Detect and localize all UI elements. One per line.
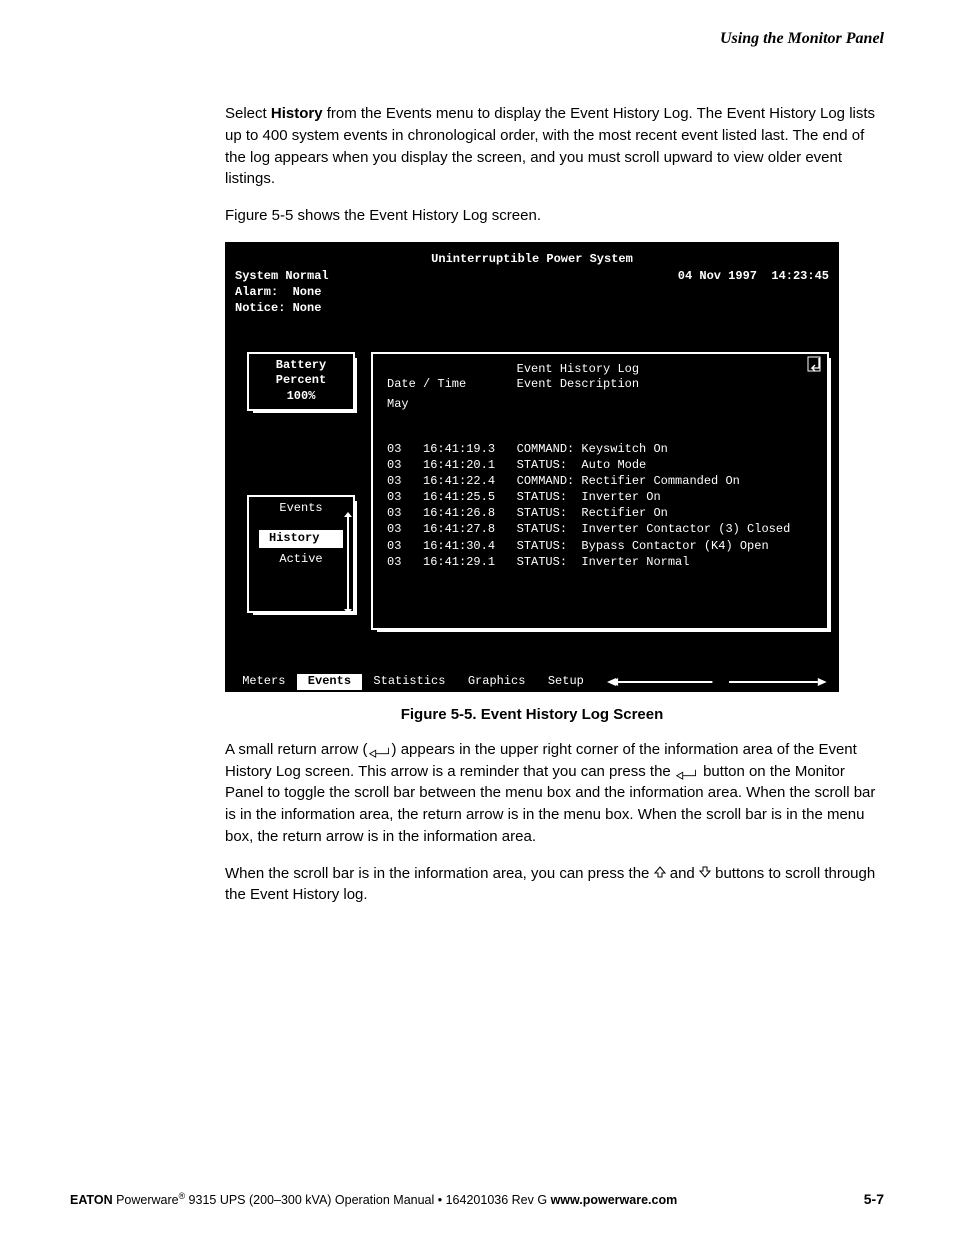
log-header: Event History Log Date / Time Event Desc…: [387, 362, 815, 393]
scroll-track[interactable]: [347, 517, 349, 609]
menubar-item-meters[interactable]: Meters: [231, 674, 297, 690]
status-system: System Normal: [235, 269, 329, 285]
paragraph-4: When the scroll bar is in the informatio…: [225, 863, 880, 907]
running-header: Using the Monitor Panel: [70, 30, 884, 48]
return-arrow-icon: [807, 356, 821, 372]
menu-scroll-indicator: [607, 675, 829, 689]
event-log-info-area[interactable]: Event History Log Date / Time Event Desc…: [371, 352, 829, 630]
status-datetime: 04 Nov 1997 14:23:45: [678, 269, 829, 316]
log-row: 03 16:41:27.8 STATUS: Inverter Contactor…: [387, 521, 815, 537]
menubar-item-events[interactable]: Events: [297, 674, 363, 690]
events-menu-box[interactable]: Events History Active: [247, 495, 355, 613]
status-notice: Notice: None: [235, 301, 329, 317]
menubar-item-setup[interactable]: Setup: [537, 674, 595, 690]
log-row: 03 16:41:26.8 STATUS: Rectifier On: [387, 505, 815, 521]
body-text-block-2: A small return arrow () appears in the u…: [225, 739, 880, 906]
footer-product-post: 9315 UPS (200–300 kVA) Operation Manual …: [185, 1193, 551, 1207]
page-number: 5-7: [864, 1191, 884, 1207]
page-footer: EATON Powerware® 9315 UPS (200–300 kVA) …: [70, 1191, 884, 1207]
scroll-down-icon[interactable]: [344, 609, 352, 614]
screen-body: Battery Percent 100% Events History Acti…: [235, 352, 829, 670]
paragraph-3: A small return arrow () appears in the u…: [225, 739, 880, 848]
return-arrow-inline-icon-1: [368, 743, 392, 757]
figure-caption: Figure 5-5. Event History Log Screen: [225, 706, 839, 723]
status-bar: System Normal Alarm: None Notice: None 0…: [235, 269, 829, 316]
status-alarm: Alarm: None: [235, 285, 329, 301]
log-rows: 03 16:41:19.3 COMMAND: Keyswitch On03 16…: [387, 441, 815, 571]
menu-item-history[interactable]: History: [259, 530, 343, 548]
menu-bar: Meters Events Statistics Graphics Setup: [231, 674, 829, 690]
down-arrow-icon: [699, 863, 711, 885]
menu-item-active[interactable]: Active: [249, 552, 353, 568]
figure-5-5: Uninterruptible Power System System Norm…: [225, 242, 839, 723]
battery-box: Battery Percent 100%: [247, 352, 355, 411]
battery-l1: Battery: [249, 358, 353, 374]
log-month: May: [387, 397, 815, 413]
page: Using the Monitor Panel Select History f…: [0, 0, 954, 1235]
p1-post: from the Events menu to display the Even…: [225, 105, 875, 187]
up-arrow-icon: [654, 863, 666, 885]
status-left: System Normal Alarm: None Notice: None: [235, 269, 329, 316]
log-row: 03 16:41:20.1 STATUS: Auto Mode: [387, 457, 815, 473]
p3a: A small return arrow (: [225, 741, 368, 758]
return-arrow-inline-icon-2: [675, 765, 699, 779]
footer-brand: EATON: [70, 1193, 113, 1207]
events-scrollbar[interactable]: [345, 517, 351, 609]
battery-l2: Percent: [249, 373, 353, 389]
p1-bold: History: [271, 105, 323, 122]
p4a: When the scroll bar is in the informatio…: [225, 865, 654, 882]
log-row: 03 16:41:22.4 COMMAND: Rectifier Command…: [387, 473, 815, 489]
screen-title: Uninterruptible Power System: [235, 252, 829, 268]
menubar-item-graphics[interactable]: Graphics: [457, 674, 537, 690]
log-row: 03 16:41:30.4 STATUS: Bypass Contactor (…: [387, 538, 815, 554]
log-row: 03 16:41:19.3 COMMAND: Keyswitch On: [387, 441, 815, 457]
log-row: 03 16:41:29.1 STATUS: Inverter Normal: [387, 554, 815, 570]
event-history-log-screen: Uninterruptible Power System System Norm…: [225, 242, 839, 692]
menubar-item-statistics[interactable]: Statistics: [362, 674, 456, 690]
footer-url: www.powerware.com: [551, 1193, 678, 1207]
paragraph-1: Select History from the Events menu to d…: [225, 103, 880, 190]
battery-l3: 100%: [249, 389, 353, 405]
body-text-block-1: Select History from the Events menu to d…: [225, 103, 880, 227]
left-column: Battery Percent 100% Events History Acti…: [247, 352, 355, 613]
events-menu-title: Events: [249, 501, 353, 517]
p1-pre: Select: [225, 105, 271, 122]
paragraph-2: Figure 5-5 shows the Event History Log s…: [225, 205, 880, 227]
log-row: 03 16:41:25.5 STATUS: Inverter On: [387, 489, 815, 505]
footer-product-pre: Powerware: [113, 1193, 179, 1207]
footer-left: EATON Powerware® 9315 UPS (200–300 kVA) …: [70, 1191, 677, 1207]
p4b: and: [666, 865, 699, 882]
